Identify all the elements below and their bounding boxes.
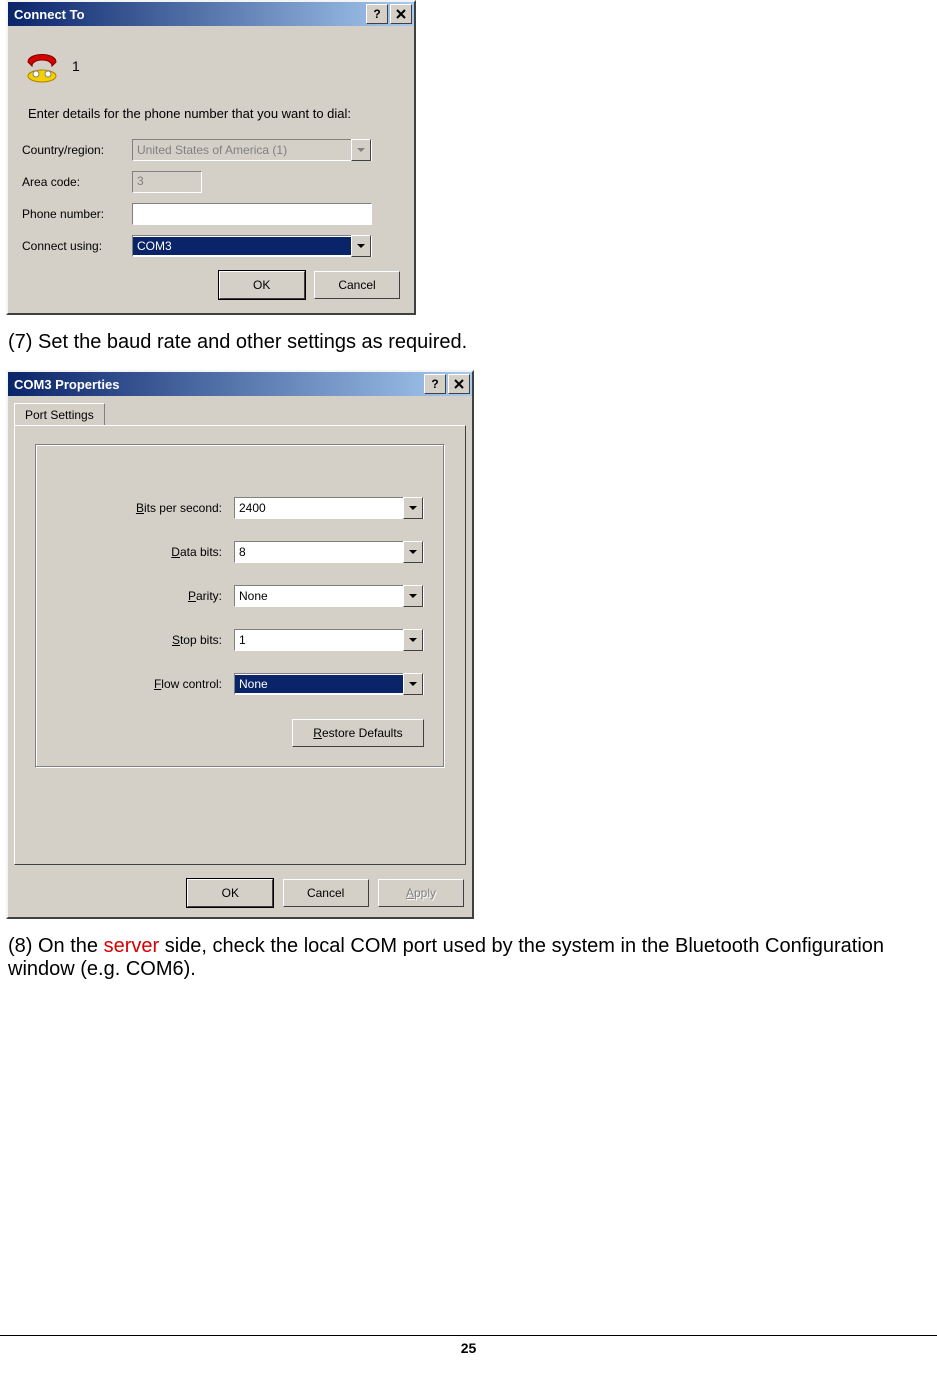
country-region-value: United States of America (1) <box>133 141 351 159</box>
close-button[interactable] <box>390 4 412 24</box>
apply-button: Apply <box>378 879 464 907</box>
question-icon: ? <box>431 378 438 390</box>
country-region-select: United States of America (1) <box>132 139 372 161</box>
chevron-down-icon[interactable] <box>403 497 423 519</box>
stop-bits-label: Stop bits: <box>82 633 234 647</box>
tab-page: Bits per second: 2400 Data bits: 8 Parit… <box>14 425 466 865</box>
area-code-input: 3 <box>132 171 202 193</box>
phone-number-input[interactable] <box>132 203 372 225</box>
stop-bits-value: 1 <box>235 631 403 649</box>
close-icon <box>454 379 464 389</box>
titlebar: Connect To ? <box>8 2 414 26</box>
window-title: Connect To <box>10 7 364 22</box>
bits-per-second-select[interactable]: 2400 <box>234 497 424 519</box>
flow-control-value: None <box>235 675 403 693</box>
com3-properties-dialog: COM3 Properties ? Port Settings Bits per… <box>6 370 474 919</box>
restore-defaults-button[interactable]: Restore Defaults <box>292 719 424 747</box>
data-bits-select[interactable]: 8 <box>234 541 424 563</box>
help-button[interactable]: ? <box>366 4 388 24</box>
connect-using-value: COM3 <box>133 237 351 255</box>
close-icon <box>396 9 406 19</box>
flow-control-label: Flow control: <box>82 677 234 691</box>
connect-using-label: Connect using: <box>22 239 132 253</box>
instruction-text: Enter details for the phone number that … <box>28 106 400 121</box>
connect-to-dialog: Connect To ? 1 Enter details for the pho… <box>6 0 416 315</box>
step-8-text: (8) On the server side, check the local … <box>8 935 937 981</box>
connection-name: 1 <box>72 58 80 74</box>
chevron-down-icon <box>351 139 371 161</box>
cancel-button[interactable]: Cancel <box>283 879 369 907</box>
chevron-down-icon[interactable] <box>403 673 423 695</box>
ok-button[interactable]: OK <box>219 271 305 299</box>
window-title: COM3 Properties <box>10 377 422 392</box>
titlebar: COM3 Properties ? <box>8 372 472 396</box>
bits-per-second-value: 2400 <box>235 499 403 517</box>
connection-icon-row: 1 <box>22 46 400 86</box>
phone-number-label: Phone number: <box>22 207 132 221</box>
chevron-down-icon[interactable] <box>403 585 423 607</box>
ok-button[interactable]: OK <box>187 879 273 907</box>
flow-control-select[interactable]: None <box>234 673 424 695</box>
settings-group: Bits per second: 2400 Data bits: 8 Parit… <box>35 444 445 768</box>
cancel-button[interactable]: Cancel <box>314 271 400 299</box>
question-icon: ? <box>373 8 380 20</box>
parity-label: Parity: <box>82 589 234 603</box>
step-7-text: (7) Set the baud rate and other settings… <box>8 331 937 354</box>
data-bits-label: Data bits: <box>82 545 234 559</box>
chevron-down-icon[interactable] <box>403 629 423 651</box>
bits-per-second-label: Bits per second: <box>82 501 234 515</box>
help-button[interactable]: ? <box>424 374 446 394</box>
area-code-label: Area code: <box>22 175 132 189</box>
chevron-down-icon[interactable] <box>403 541 423 563</box>
page-number: 25 <box>0 1335 937 1356</box>
stop-bits-select[interactable]: 1 <box>234 629 424 651</box>
country-label: Country/region: <box>22 143 132 157</box>
connect-using-select[interactable]: COM3 <box>132 235 372 257</box>
parity-select[interactable]: None <box>234 585 424 607</box>
phone-icon <box>22 46 62 86</box>
tab-port-settings[interactable]: Port Settings <box>14 403 105 426</box>
chevron-down-icon[interactable] <box>351 235 371 257</box>
data-bits-value: 8 <box>235 543 403 561</box>
parity-value: None <box>235 587 403 605</box>
close-button[interactable] <box>448 374 470 394</box>
